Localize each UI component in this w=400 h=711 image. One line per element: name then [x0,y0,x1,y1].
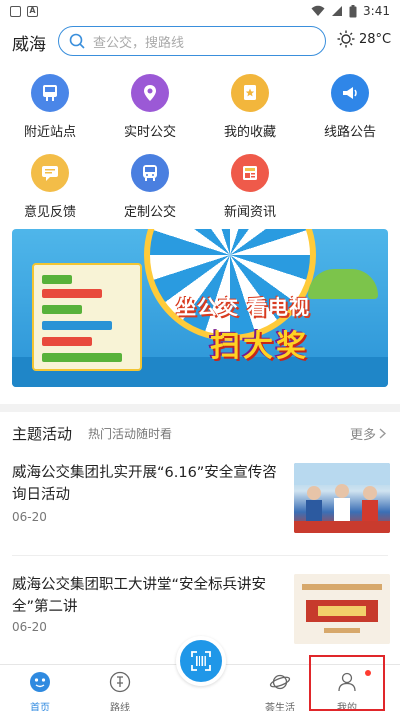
notification-dot [365,670,371,676]
grid-item-route-notices[interactable]: 线路公告 [310,74,390,140]
grid-item-realtime-bus[interactable]: 实时公交 [110,74,190,140]
newspaper-icon [231,154,269,192]
grid-label: 定制公交 [123,205,176,220]
route-icon [109,671,131,693]
status-left: A [10,5,38,17]
status-bar: A 3:41 [0,0,400,22]
section-subtitle: 热门活动随时看 [88,427,173,441]
news-title: 威海公交集团职工大讲堂“安全标兵讲安全”第二讲 [12,577,267,615]
status-right: 3:41 [311,4,390,18]
grid-label: 我的收藏 [223,125,276,140]
chevron-right-icon [379,428,386,439]
more-label: 更多 [349,428,376,443]
news-item[interactable]: 威海公交集团扎实开展“6.16”安全宣传咨询日活动 06-20 [0,462,400,542]
grid-label: 附近站点 [23,125,76,140]
search-placeholder: 查公交，搜路线 [93,35,185,51]
news-thumbnail [294,463,390,533]
tab-profile[interactable]: 我的 [317,671,377,711]
scan-button[interactable] [176,636,226,686]
news-title: 威海公交集团扎实开展“6.16”安全宣传咨询日活动 [12,465,277,503]
grid-label: 新闻资讯 [223,205,276,220]
city-selector[interactable]: 威海 [12,30,46,55]
bus-icon [131,154,169,192]
banner-headline: 坐公交 看电视 [176,295,310,319]
tab-home[interactable]: 首页 [10,671,70,711]
battery-icon [349,4,357,17]
grid-label: 实时公交 [123,125,176,140]
grid-item-favorites[interactable]: 我的收藏 [210,74,290,140]
tab-label: 首页 [30,703,50,711]
location-pin-icon [131,74,169,112]
chat-icon [31,154,69,192]
temperature: 28°C [359,31,392,47]
news-separator [12,555,388,556]
grid-item-nearby-stops[interactable]: 附近站点 [10,74,90,140]
section-header: 主题活动 热门活动随时看 更多 [0,420,400,444]
wifi-icon [311,5,325,16]
planet-icon [269,674,291,690]
grid-item-feedback[interactable]: 意见反馈 [10,154,90,220]
grid-item-news[interactable]: 新闻资讯 [210,154,290,220]
banner-slogan: 扫大奖 [210,329,309,364]
scan-icon [191,651,211,671]
notification-icon [10,5,21,17]
clock: 3:41 [363,4,390,18]
more-link[interactable]: 更多 [350,424,386,443]
tab-life[interactable]: 荟生活 [250,671,310,711]
user-icon [338,672,356,692]
header: 威海 查公交，搜路线 28°C [0,26,400,56]
grid-label: 线路公告 [323,125,376,140]
bus-scene [308,269,378,299]
grid-label: 意见反馈 [23,205,76,220]
star-icon [231,74,269,112]
tab-label: 我的 [337,703,357,711]
signal-icon [332,6,343,16]
tab-label: 荟生活 [265,703,295,711]
tab-routes[interactable]: 路线 [90,671,150,711]
bus-stop-icon [31,74,69,112]
grid-item-custom-bus[interactable]: 定制公交 [110,154,190,220]
news-date: 06-20 [12,620,47,634]
prize-card [32,263,142,371]
section-divider [0,404,400,412]
megaphone-icon [331,74,369,112]
promo-banner[interactable]: 坐公交 看电视 扫大奖 [12,229,388,387]
tab-label: 路线 [110,703,130,711]
sun-icon [337,30,355,48]
news-thumbnail [294,574,390,644]
home-icon [30,672,50,692]
news-date: 06-20 [12,510,47,524]
app-notification-icon: A [27,5,38,17]
weather[interactable]: 28°C [337,30,391,48]
search-input[interactable]: 查公交，搜路线 [58,26,326,56]
section-title: 主题活动 [12,425,73,443]
search-icon [69,33,85,49]
